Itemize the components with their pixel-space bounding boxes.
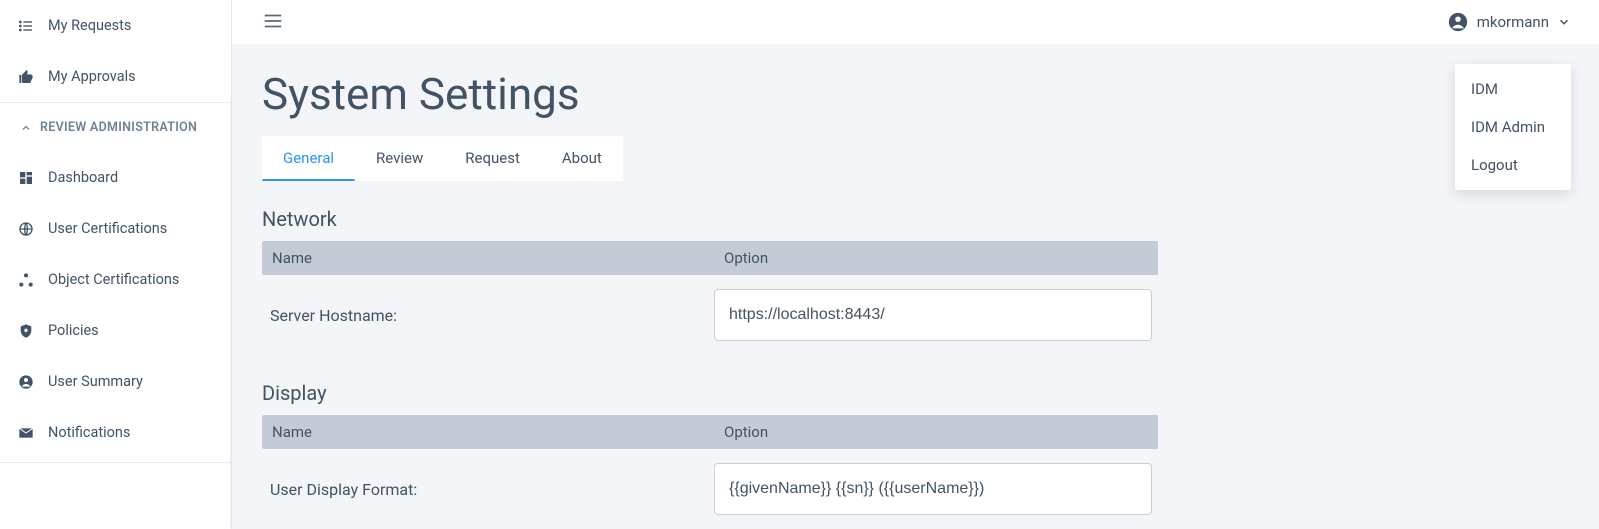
username-label: mkormann (1477, 13, 1549, 31)
tab-review[interactable]: Review (355, 136, 444, 181)
sidebar: My Requests My Approvals REVIEW ADMINIST… (0, 0, 232, 529)
content-area: System Settings General Review Request A… (232, 44, 1599, 529)
setting-label-user-display-format: User Display Format: (268, 480, 714, 499)
table-header: Name Option (262, 415, 1158, 449)
chevron-down-icon (1557, 15, 1571, 29)
sidebar-item-policies[interactable]: Policies (0, 305, 231, 356)
user-menu-item-logout[interactable]: Logout (1455, 146, 1571, 184)
menu-toggle-button[interactable] (262, 10, 286, 34)
server-hostname-input[interactable] (714, 289, 1152, 341)
table-row: Server Hostname: (262, 275, 1158, 355)
sidebar-item-my-requests[interactable]: My Requests (0, 0, 231, 51)
account-icon (1447, 11, 1469, 33)
sidebar-item-label: User Certifications (48, 220, 167, 237)
sidebar-item-label: User Summary (48, 373, 143, 390)
sidebar-item-label: Dashboard (48, 169, 118, 186)
column-header-name: Name (262, 241, 714, 275)
thumb-up-icon (18, 69, 48, 85)
table-row: User Display Format: (262, 449, 1158, 529)
user-menu-item-idm-admin[interactable]: IDM Admin (1455, 108, 1571, 146)
user-dropdown-menu: IDM IDM Admin Logout (1455, 64, 1571, 190)
topbar: mkormann (232, 0, 1599, 44)
sidebar-section-label: REVIEW ADMINISTRATION (40, 120, 197, 135)
mail-icon (18, 425, 48, 441)
display-table: Name Option User Display Format: (262, 415, 1158, 529)
setting-label-server-hostname: Server Hostname: (268, 306, 714, 325)
sidebar-item-label: Object Certifications (48, 271, 179, 288)
tab-request[interactable]: Request (444, 136, 541, 181)
tab-general[interactable]: General (262, 136, 355, 181)
globe-user-icon (18, 221, 48, 237)
shield-icon (18, 323, 48, 339)
main-area: mkormann System Settings General Review … (232, 0, 1599, 529)
user-menu-item-idm[interactable]: IDM (1455, 70, 1571, 108)
column-header-name: Name (262, 415, 714, 449)
sidebar-item-my-approvals[interactable]: My Approvals (0, 51, 231, 102)
column-header-option: Option (714, 241, 1158, 275)
column-header-option: Option (714, 415, 1158, 449)
sidebar-divider (0, 462, 231, 463)
user-display-format-input[interactable] (714, 463, 1152, 515)
table-header: Name Option (262, 241, 1158, 275)
sidebar-item-object-certifications[interactable]: Object Certifications (0, 254, 231, 305)
sidebar-section-review-admin[interactable]: REVIEW ADMINISTRATION (0, 103, 231, 152)
sidebar-item-notifications[interactable]: Notifications (0, 407, 231, 458)
sidebar-item-label: Notifications (48, 424, 130, 441)
sidebar-item-dashboard[interactable]: Dashboard (0, 152, 231, 203)
tab-about[interactable]: About (541, 136, 623, 181)
sidebar-item-label: My Requests (48, 17, 131, 34)
sidebar-item-user-summary[interactable]: User Summary (0, 356, 231, 407)
sidebar-item-user-certifications[interactable]: User Certifications (0, 203, 231, 254)
settings-tabs: General Review Request About (262, 136, 1569, 181)
network-table: Name Option Server Hostname: (262, 241, 1158, 355)
chevron-up-icon (20, 122, 32, 134)
sidebar-item-label: My Approvals (48, 68, 136, 85)
account-icon (18, 374, 48, 390)
dashboard-icon (18, 170, 48, 186)
section-title-display: Display (262, 381, 1569, 405)
user-menu-trigger[interactable]: mkormann (1447, 11, 1571, 33)
page-title: System Settings (262, 68, 1569, 120)
object-cert-icon (18, 272, 48, 288)
sidebar-item-label: Policies (48, 322, 99, 339)
section-title-network: Network (262, 207, 1569, 231)
list-icon (18, 18, 48, 34)
